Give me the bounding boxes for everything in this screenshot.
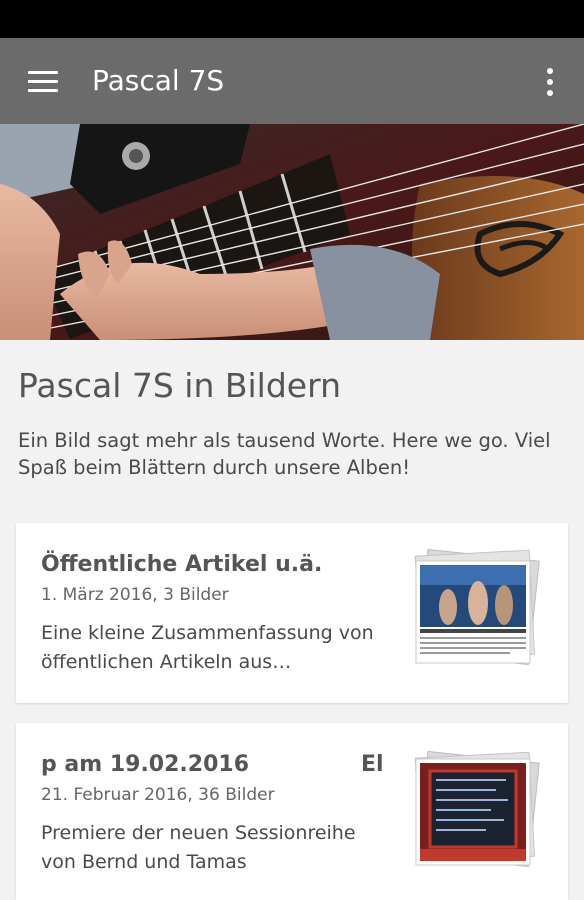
album-thumbnail	[408, 745, 548, 875]
page-intro: Ein Bild sagt mehr als tausend Worte. He…	[18, 429, 551, 479]
hero-image	[0, 124, 584, 340]
album-card[interactable]: p am 19.02.2016 El 21. Februar 2016, 36 …	[16, 723, 568, 900]
album-title-tail: El	[361, 752, 384, 777]
album-thumbnail	[408, 543, 548, 673]
album-title: p am 19.02.2016	[41, 752, 250, 777]
album-meta: 21. Februar 2016, 36 Bilder	[41, 785, 275, 805]
album-description: Premiere der neuen Sessionreihe von Bern…	[41, 822, 356, 873]
hamburger-menu-icon[interactable]	[28, 71, 58, 93]
album-title: Öffentliche Artikel u.ä.	[41, 552, 323, 577]
app-bar: Pascal 7S	[0, 38, 584, 124]
album-meta: 1. März 2016, 3 Bilder	[41, 585, 229, 605]
more-vert-icon[interactable]	[541, 68, 559, 96]
app-title: Pascal 7S	[92, 64, 225, 97]
album-card[interactable]: Öffentliche Artikel u.ä. 1. März 2016, 3…	[16, 523, 568, 703]
page-title: Pascal 7S in Bildern	[18, 366, 341, 405]
album-description: Eine kleine Zusammenfassung von öffentli…	[41, 622, 374, 673]
status-bar	[0, 0, 584, 38]
